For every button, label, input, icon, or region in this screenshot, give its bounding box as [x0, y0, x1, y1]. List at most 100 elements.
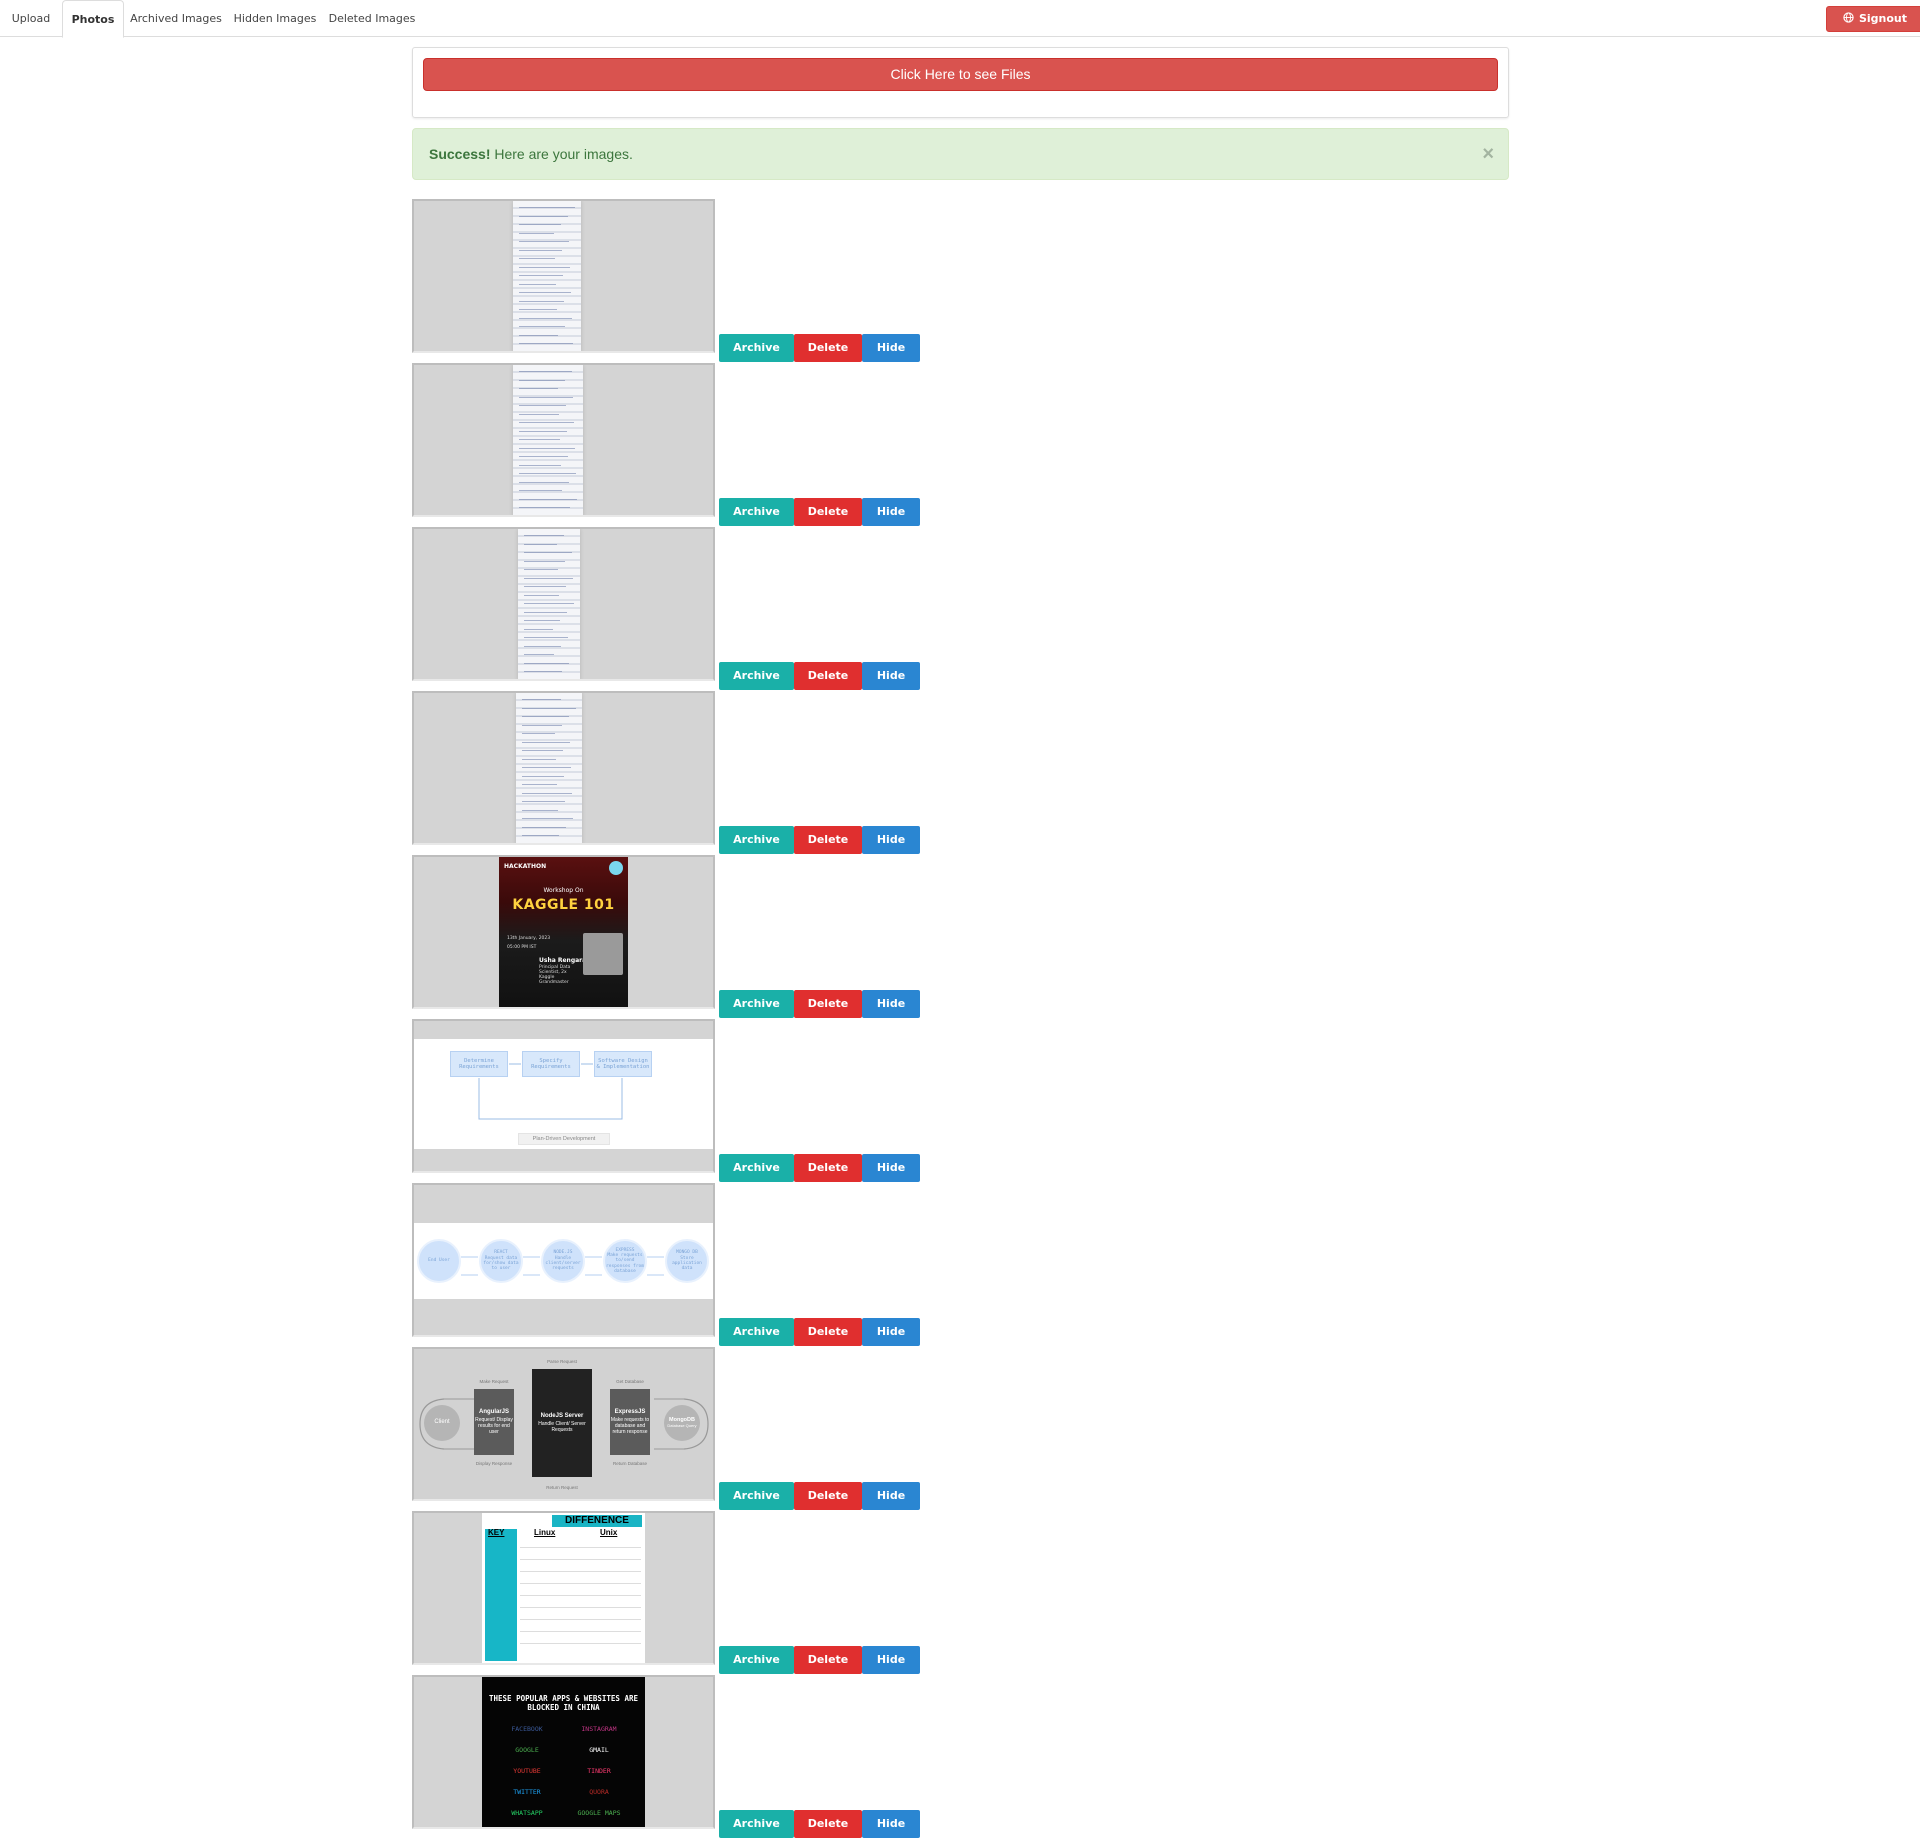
mean-label: Display Response — [475, 1461, 513, 1466]
archive-button[interactable]: Archive — [719, 1154, 794, 1182]
ink-line — [519, 388, 558, 389]
archive-button[interactable]: Archive — [719, 1646, 794, 1674]
image-row: Archive Delete Hide — [412, 691, 922, 855]
ink-line — [519, 300, 564, 302]
blocked-item: INSTAGRAM — [581, 1725, 617, 1733]
ink-line — [519, 422, 574, 423]
delete-button[interactable]: Delete — [794, 1646, 862, 1674]
image-thumbnail-mean-stack[interactable]: Client AngularJS Request/ Display result… — [412, 1347, 715, 1501]
hide-button[interactable]: Hide — [862, 334, 920, 362]
poster-role: Principal Data Scientist, 2x Kaggle Gran… — [539, 965, 571, 985]
hide-button[interactable]: Hide — [862, 1318, 920, 1346]
mean-angular-text: Request/ Display results for end user — [475, 1416, 513, 1435]
delete-button[interactable]: Delete — [794, 1318, 862, 1346]
hide-button[interactable]: Hide — [862, 662, 920, 690]
delete-button[interactable]: Delete — [794, 498, 862, 526]
tab-archived-images[interactable]: Archived Images — [124, 0, 228, 37]
blocked-title: THESE POPULAR APPS & WEBSITES ARE BLOCKE… — [488, 1694, 638, 1712]
ink-line — [522, 733, 555, 734]
delete-button[interactable]: Delete — [794, 990, 862, 1018]
hide-button[interactable]: Hide — [862, 498, 920, 526]
delete-button[interactable]: Delete — [794, 334, 862, 362]
tab-photos[interactable]: Photos — [62, 0, 124, 38]
image-thumbnail-kaggle-poster[interactable]: HACKATHON Workshop On KAGGLE 101 13th Ja… — [412, 855, 715, 1009]
ink-line — [519, 326, 565, 327]
flow-caption: Plan-Driven Development — [518, 1133, 610, 1145]
signout-label: Signout — [1858, 12, 1908, 25]
ink-line — [522, 716, 569, 717]
handwritten-page — [513, 201, 581, 351]
image-thumbnail-note-4[interactable] — [412, 691, 715, 845]
tab-upload[interactable]: Upload — [0, 0, 62, 37]
image-thumbnail-linux-unix[interactable]: DIFFENENCE KEY Linux Unix — [412, 1511, 715, 1665]
blocked-apps-image: THESE POPULAR APPS & WEBSITES ARE BLOCKE… — [482, 1677, 645, 1827]
delete-button[interactable]: Delete — [794, 1482, 862, 1510]
ink-line — [519, 430, 567, 432]
ink-line — [522, 750, 563, 751]
archive-button[interactable]: Archive — [719, 1482, 794, 1510]
blocked-item: QUORA — [589, 1788, 609, 1796]
see-files-button[interactable]: Click Here to see Files — [423, 58, 1498, 91]
archive-button[interactable]: Archive — [719, 662, 794, 690]
mean-label: Get Database — [616, 1379, 644, 1384]
plan-driven-diagram: Determine Requirements Specify Requireme… — [414, 1039, 713, 1149]
ink-line — [522, 775, 564, 777]
ink-line — [519, 396, 573, 398]
archive-button[interactable]: Archive — [719, 990, 794, 1018]
hide-button[interactable]: Hide — [862, 1646, 920, 1674]
handwritten-page — [516, 693, 582, 843]
archive-button[interactable]: Archive — [719, 498, 794, 526]
ink-line — [522, 826, 566, 828]
table-header: DIFFENENCE — [552, 1515, 642, 1527]
ink-line — [522, 741, 570, 743]
hide-button[interactable]: Hide — [862, 1154, 920, 1182]
ink-line — [519, 334, 558, 336]
blocked-item: FACEBOOK — [511, 1725, 543, 1733]
ink-line — [519, 207, 575, 208]
image-thumbnail-blocked-apps[interactable]: THESE POPULAR APPS & WEBSITES ARE BLOCKE… — [412, 1675, 715, 1829]
tab-hidden-images[interactable]: Hidden Images — [228, 0, 322, 37]
signout-button[interactable]: Signout — [1826, 6, 1920, 32]
mern-node-text: Store application data — [672, 1255, 702, 1272]
delete-button[interactable]: Delete — [794, 1154, 862, 1182]
image-row: Determine Requirements Specify Requireme… — [412, 1019, 922, 1183]
mean-label: Return Database — [612, 1461, 648, 1466]
delete-button[interactable]: Delete — [794, 1810, 862, 1838]
hackslash-logo-icon — [609, 861, 623, 875]
tab-deleted-images[interactable]: Deleted Images — [322, 0, 422, 37]
ink-line — [524, 603, 574, 604]
close-icon[interactable]: × — [1482, 129, 1494, 179]
image-thumbnail-note-3[interactable] — [412, 527, 715, 681]
ink-line — [522, 724, 562, 726]
archive-button[interactable]: Archive — [719, 1810, 794, 1838]
hide-button[interactable]: Hide — [862, 1810, 920, 1838]
image-thumbnail-note-2[interactable] — [412, 363, 715, 517]
hide-button[interactable]: Hide — [862, 990, 920, 1018]
image-row: End User REACT Request data for/show dat… — [412, 1183, 922, 1347]
ink-line — [519, 275, 563, 276]
ink-line — [524, 654, 554, 655]
delete-button[interactable]: Delete — [794, 662, 862, 690]
image-thumbnail-mern-flow[interactable]: End User REACT Request data for/show dat… — [412, 1183, 715, 1337]
hide-button[interactable]: Hide — [862, 1482, 920, 1510]
archive-button[interactable]: Archive — [719, 1318, 794, 1346]
image-row: Archive Delete Hide — [412, 363, 922, 527]
ink-line — [522, 818, 573, 819]
table-divider — [520, 1619, 641, 1620]
mean-client-label: Client — [434, 1419, 450, 1426]
hide-button[interactable]: Hide — [862, 826, 920, 854]
ink-line — [519, 249, 562, 251]
ink-line — [522, 784, 557, 785]
ink-line — [519, 371, 572, 372]
ink-line — [519, 343, 573, 344]
mean-node-text: Handle Client/ Server Requests — [538, 1420, 586, 1433]
archive-button[interactable]: Archive — [719, 334, 794, 362]
ink-line — [524, 577, 573, 579]
image-thumbnail-plan-driven[interactable]: Determine Requirements Specify Requireme… — [412, 1019, 715, 1173]
globe-icon — [1843, 8, 1854, 23]
mern-node-mongo: MONGO DB Store application data — [665, 1239, 709, 1283]
archive-button[interactable]: Archive — [719, 826, 794, 854]
image-thumbnail-note-1[interactable] — [412, 199, 715, 353]
delete-button[interactable]: Delete — [794, 826, 862, 854]
mern-diagram: End User REACT Request data for/show dat… — [414, 1223, 713, 1299]
